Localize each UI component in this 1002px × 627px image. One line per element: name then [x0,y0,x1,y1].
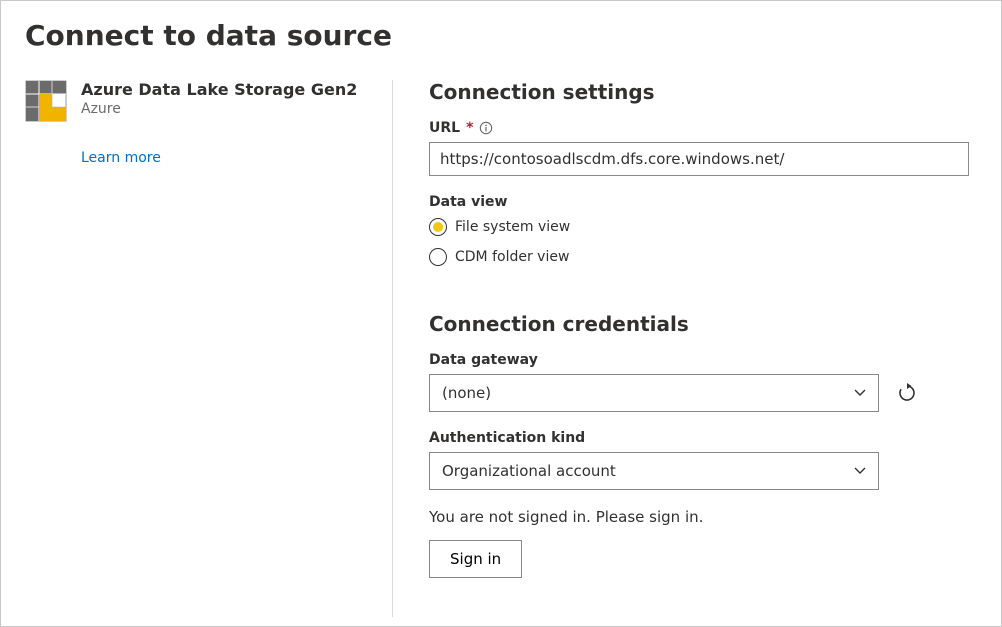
left-column: Azure Data Lake Storage Gen2 Azure Learn… [25,80,393,617]
sign-in-button[interactable]: Sign in [429,540,522,578]
connector-row: Azure Data Lake Storage Gen2 Azure [25,80,380,122]
page-title: Connect to data source [25,19,977,52]
right-column: Connection settings URL * Data view [393,80,977,617]
refresh-icon[interactable] [897,383,917,403]
url-field-block: URL * [429,120,969,176]
data-view-label: Data view [429,194,969,210]
info-icon[interactable] [479,121,493,135]
auth-kind-select[interactable]: Organizational account [429,452,879,490]
data-view-radio-group: File system view CDM folder view [429,218,969,266]
required-asterisk: * [466,120,473,136]
radio-circle-selected [429,218,447,236]
url-label-row: URL * [429,120,969,136]
chevron-down-icon [854,465,866,477]
url-input[interactable] [429,142,969,176]
data-gateway-select[interactable]: (none) [429,374,879,412]
radio-file-system-view[interactable]: File system view [429,218,969,236]
connector-name: Azure Data Lake Storage Gen2 [81,80,357,99]
columns: Azure Data Lake Storage Gen2 Azure Learn… [25,80,977,617]
data-view-block: Data view File system view CDM folder vi… [429,194,969,266]
data-lake-icon [25,80,67,122]
auth-kind-value: Organizational account [442,462,616,480]
data-gateway-block: Data gateway (none) [429,352,969,412]
connector-text: Azure Data Lake Storage Gen2 Azure [81,80,357,117]
data-gateway-label: Data gateway [429,352,969,368]
auth-kind-label: Authentication kind [429,430,969,446]
connector-subtitle: Azure [81,101,357,117]
data-gateway-row: (none) [429,374,969,412]
auth-kind-block: Authentication kind Organizational accou… [429,430,969,490]
connection-credentials-heading: Connection credentials [429,312,969,336]
radio-cdm-folder-view[interactable]: CDM folder view [429,248,969,266]
connect-datasource-dialog: Connect to data source Azure Dat [0,0,1002,627]
chevron-down-icon [854,387,866,399]
radio-circle-unselected [429,248,447,266]
url-label: URL [429,120,460,136]
connection-settings-heading: Connection settings [429,80,969,104]
radio-label-file-system: File system view [455,219,570,235]
learn-more-link[interactable]: Learn more [81,150,161,166]
data-gateway-value: (none) [442,384,491,402]
signin-status-text: You are not signed in. Please sign in. [429,508,969,526]
radio-label-cdm: CDM folder view [455,249,569,265]
